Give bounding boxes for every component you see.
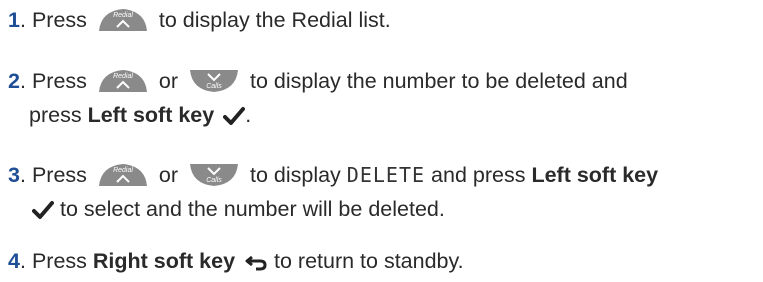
left-soft-key-label: Left soft key	[87, 103, 215, 127]
step-text: Press	[31, 69, 87, 93]
step-2: 2. Press Redial or Calls to display the …	[8, 68, 628, 127]
calls-key-icon: Calls	[188, 68, 240, 94]
step-text: to select and the number will be deleted…	[59, 197, 445, 221]
step-text: to display	[249, 163, 341, 187]
step-text: Press	[31, 8, 87, 32]
checkmark-icon	[32, 200, 54, 220]
calls-key-label: Calls	[206, 177, 222, 184]
redial-key-icon: Redial	[97, 162, 149, 188]
redial-key-icon: Redial	[97, 7, 149, 33]
step-text: or	[158, 69, 178, 93]
redial-key-label: Redial	[113, 73, 133, 80]
redial-key-label: Redial	[113, 167, 133, 174]
step-3: 3. Press Redial or Calls to display DELE…	[8, 162, 659, 221]
checkmark-icon	[223, 106, 246, 126]
calls-key-icon: Calls	[188, 162, 240, 188]
step-number: 3	[8, 163, 20, 187]
redial-key-icon: Redial	[97, 68, 149, 94]
step-number: 1	[8, 8, 20, 32]
step-text: or	[158, 163, 178, 187]
redial-key-label: Redial	[113, 12, 133, 19]
step-text: Press	[31, 163, 87, 187]
step-text: to display the number to be deleted and	[249, 69, 628, 93]
back-arrow-icon	[244, 254, 268, 272]
step-text: to return to standby.	[274, 249, 464, 273]
left-soft-key-label: Left soft key	[531, 163, 659, 187]
step-text: to display the Redial list.	[158, 8, 391, 32]
step-number: 2	[8, 69, 20, 93]
right-soft-key-label: Right soft key	[92, 249, 236, 273]
step-number: 4	[8, 249, 20, 273]
step-4: 4. Press Right soft key to return to sta…	[8, 249, 464, 273]
display-word: DELETE	[346, 163, 426, 187]
step-text: Press	[31, 249, 87, 273]
step-1: 1. Press Redial to display the Redial li…	[8, 7, 391, 33]
calls-key-label: Calls	[206, 83, 222, 90]
